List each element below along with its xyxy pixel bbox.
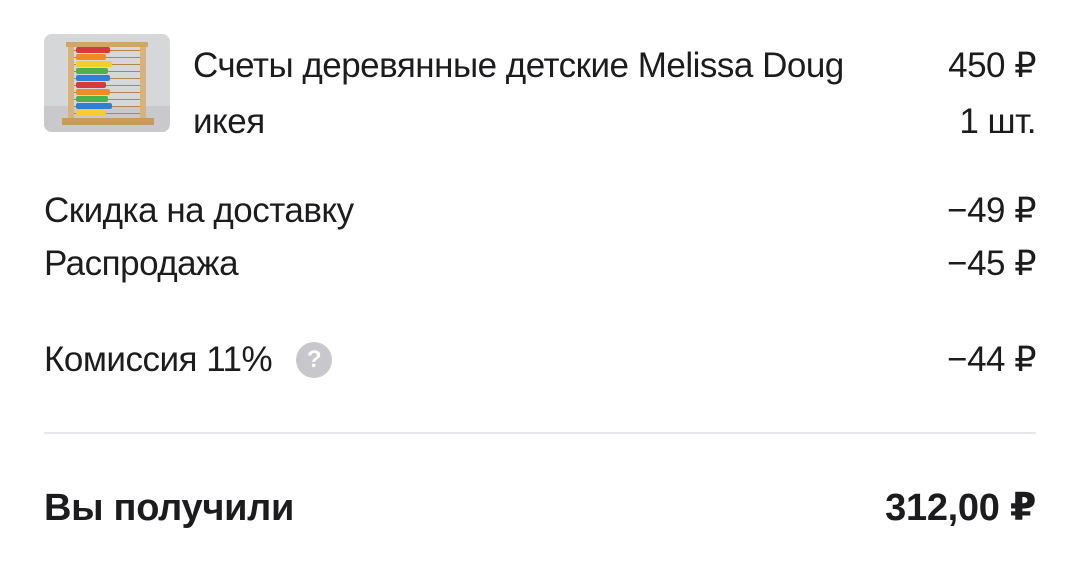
sale-label: Распродажа xyxy=(44,244,239,283)
total-label: Вы получили xyxy=(44,487,295,529)
delivery-discount-row: Скидка на доставку −49 ₽ xyxy=(44,186,1036,236)
abacus-image xyxy=(44,34,170,132)
commission-label: Комиссия 11% xyxy=(44,340,273,379)
commission-label-wrap: Комиссия 11% ? xyxy=(44,335,333,385)
order-item: Счеты деревянные детские Melissa Doug ик… xyxy=(44,34,1036,141)
product-price: 450 ₽ xyxy=(948,46,1036,85)
sale-value: −45 ₽ xyxy=(947,244,1036,283)
commission-value: −44 ₽ xyxy=(947,340,1036,379)
product-name[interactable]: Счеты деревянные детские Melissa Doug ик… xyxy=(193,38,853,150)
product-thumbnail[interactable] xyxy=(44,34,170,132)
total-value: 312,00 ₽ xyxy=(885,487,1036,529)
delivery-discount-value: −49 ₽ xyxy=(947,191,1036,230)
divider xyxy=(44,432,1036,434)
commission-row: Комиссия 11% ? −44 ₽ xyxy=(44,335,1036,385)
help-icon[interactable]: ? xyxy=(296,342,333,378)
delivery-discount-label: Скидка на доставку xyxy=(44,191,354,230)
product-quantity: 1 шт. xyxy=(959,102,1036,141)
sale-row: Распродажа −45 ₽ xyxy=(44,239,1036,289)
total-row: Вы получили 312,00 ₽ xyxy=(44,480,1036,536)
